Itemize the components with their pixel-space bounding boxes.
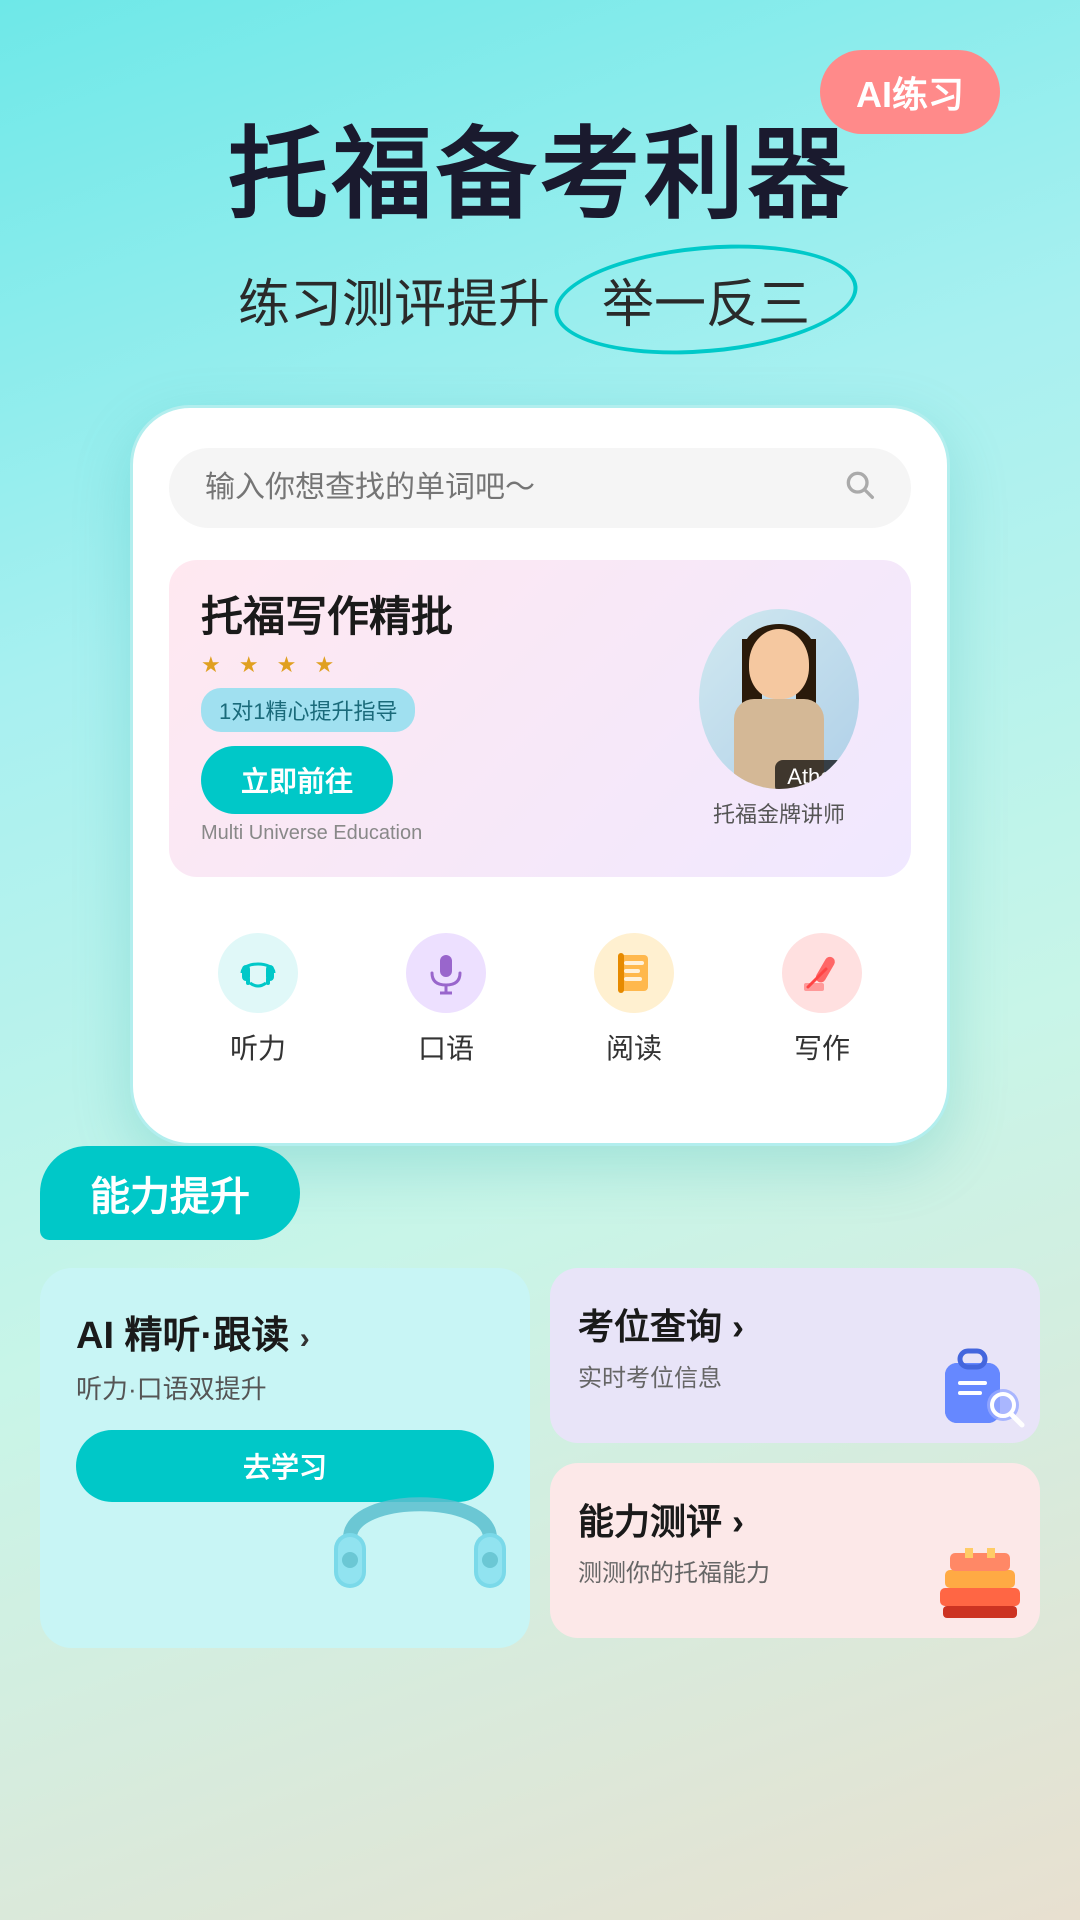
teacher-name-badge: Athena	[775, 760, 859, 789]
writing-icon	[782, 933, 862, 1013]
card-ability-test[interactable]: 能力测评 › 测测你的托福能力	[550, 1463, 1040, 1638]
cards-row: AI 精听·跟读 › 听力·口语双提升 去学习 考位查询 ›	[40, 1268, 1040, 1648]
banner-left: 托福写作精批 ★ ★ ★ ★ 1对1精心提升指导 立即前往 Multi Univ…	[201, 592, 659, 845]
banner-stars: ★ ★ ★ ★	[201, 652, 659, 678]
books-icon	[925, 1523, 1035, 1633]
exam-icon	[930, 1333, 1030, 1433]
ability-badge: 能力提升	[40, 1146, 300, 1240]
feature-speaking[interactable]: 口语	[357, 917, 535, 1083]
search-icon[interactable]	[843, 468, 875, 508]
subtitle-main: 练习测评提升	[238, 262, 550, 337]
feature-writing[interactable]: 写作	[733, 917, 911, 1083]
hearing-icon	[218, 933, 298, 1013]
banner-right: Athena 托福金牌讲师	[679, 609, 879, 829]
feature-listening-label: 听力	[230, 1027, 286, 1067]
ability-section: 能力提升 AI 精听·跟读 › 听力·口语双提升 去学习	[0, 1146, 1080, 1708]
search-bar[interactable]	[169, 448, 911, 528]
feature-writing-label: 写作	[794, 1027, 850, 1067]
hero-section: 托福备考利器 练习测评提升 举一反三	[0, 0, 1080, 365]
reading-icon	[594, 933, 674, 1013]
speaking-icon	[406, 933, 486, 1013]
headphone-illustration	[320, 1438, 520, 1638]
feature-reading-label: 阅读	[606, 1027, 662, 1067]
banner-tag: 1对1精心提升指导	[201, 688, 415, 732]
subtitle-highlight: 举一反三	[570, 254, 842, 345]
hero-title: 托福备考利器	[60, 120, 1020, 230]
banner-company: Multi Universe Education	[201, 822, 659, 845]
search-input[interactable]	[205, 471, 827, 505]
card-exam[interactable]: 考位查询 › 实时考位信息	[550, 1268, 1040, 1443]
card-main-title: AI 精听·跟读 ›	[76, 1304, 494, 1359]
hero-subtitle: 练习测评提升 举一反三	[60, 254, 1020, 345]
banner-title: 托福写作精批	[201, 592, 659, 642]
cards-right: 考位查询 › 实时考位信息 能力测评 ›	[550, 1268, 1040, 1648]
features-grid: 听力 口语	[169, 917, 911, 1083]
feature-listening[interactable]: 听力	[169, 917, 347, 1083]
teacher-head	[749, 629, 809, 699]
teacher-label: 托福金牌讲师	[713, 797, 845, 829]
phone-mockup: 托福写作精批 ★ ★ ★ ★ 1对1精心提升指导 立即前往 Multi Univ…	[130, 405, 950, 1146]
feature-speaking-label: 口语	[418, 1027, 474, 1067]
banner-goto-button[interactable]: 立即前往	[201, 746, 393, 814]
banner-card: 托福写作精批 ★ ★ ★ ★ 1对1精心提升指导 立即前往 Multi Univ…	[169, 560, 911, 877]
teacher-avatar: Athena	[699, 609, 859, 789]
card-main-subtitle: 听力·口语双提升	[76, 1369, 494, 1406]
feature-reading[interactable]: 阅读	[545, 917, 723, 1083]
card-ai-listening[interactable]: AI 精听·跟读 › 听力·口语双提升 去学习	[40, 1268, 530, 1648]
